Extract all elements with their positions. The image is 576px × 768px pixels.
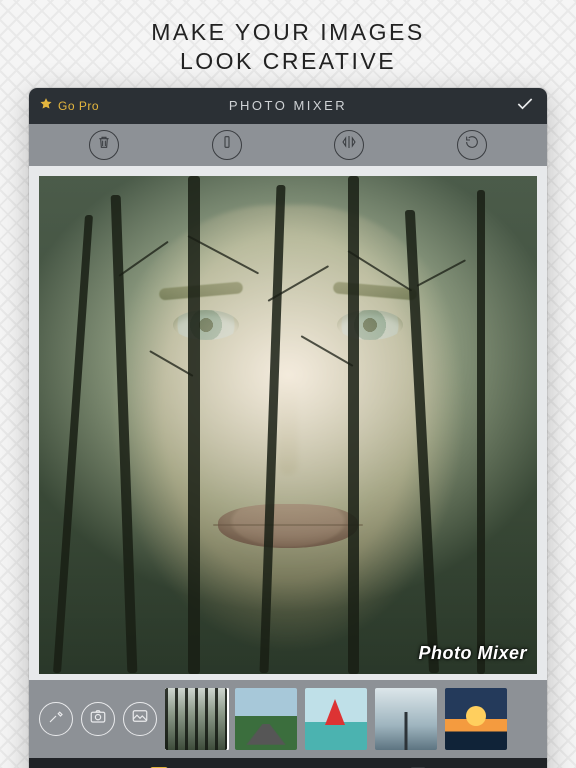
eyedropper-button[interactable] bbox=[39, 702, 73, 736]
edit-toolbar bbox=[29, 124, 547, 166]
forest-layer bbox=[39, 176, 537, 674]
delete-button[interactable] bbox=[89, 130, 119, 160]
rotate-icon bbox=[464, 134, 480, 155]
gallery-button[interactable] bbox=[123, 702, 157, 736]
thumb-mist[interactable] bbox=[375, 688, 437, 750]
gallery-icon bbox=[131, 707, 149, 730]
flip-vertical-icon bbox=[219, 134, 235, 155]
go-pro-button[interactable]: Go Pro bbox=[39, 88, 99, 124]
promo-line1: MAKE YOUR IMAGES bbox=[10, 18, 566, 47]
camera-icon bbox=[89, 707, 107, 730]
thumbnail-strip[interactable] bbox=[165, 688, 537, 750]
thumb-boat[interactable] bbox=[305, 688, 367, 750]
tab-pictures[interactable]: Pictures bbox=[288, 758, 547, 768]
flip-vertical-button[interactable] bbox=[212, 130, 242, 160]
trash-icon bbox=[96, 134, 112, 155]
go-pro-label: Go Pro bbox=[58, 99, 99, 113]
app-title: PHOTO MIXER bbox=[229, 98, 347, 113]
flip-horizontal-icon bbox=[341, 134, 357, 155]
eyedropper-icon bbox=[47, 707, 65, 730]
tab-background[interactable]: Background bbox=[29, 758, 288, 768]
background-icon bbox=[148, 765, 170, 768]
bottom-tabs: Background Pictures bbox=[29, 758, 547, 768]
app-frame: Go Pro PHOTO MIXER bbox=[29, 88, 547, 768]
thumb-road[interactable] bbox=[235, 688, 297, 750]
thumb-forest[interactable] bbox=[165, 688, 227, 750]
rotate-button[interactable] bbox=[457, 130, 487, 160]
checkmark-icon bbox=[515, 94, 535, 117]
canvas-area: Photo Mixer bbox=[29, 166, 547, 680]
thumb-sunset[interactable] bbox=[445, 688, 507, 750]
watermark-label: Photo Mixer bbox=[418, 643, 527, 664]
promo-line2: LOOK CREATIVE bbox=[10, 47, 566, 76]
pictures-icon bbox=[407, 765, 429, 768]
promo-headline: MAKE YOUR IMAGES LOOK CREATIVE bbox=[0, 0, 576, 88]
preview-canvas[interactable]: Photo Mixer bbox=[39, 176, 537, 674]
confirm-button[interactable] bbox=[515, 88, 535, 124]
star-icon bbox=[39, 97, 53, 114]
source-carousel bbox=[29, 680, 547, 758]
app-header: Go Pro PHOTO MIXER bbox=[29, 88, 547, 124]
flip-horizontal-button[interactable] bbox=[334, 130, 364, 160]
camera-button[interactable] bbox=[81, 702, 115, 736]
